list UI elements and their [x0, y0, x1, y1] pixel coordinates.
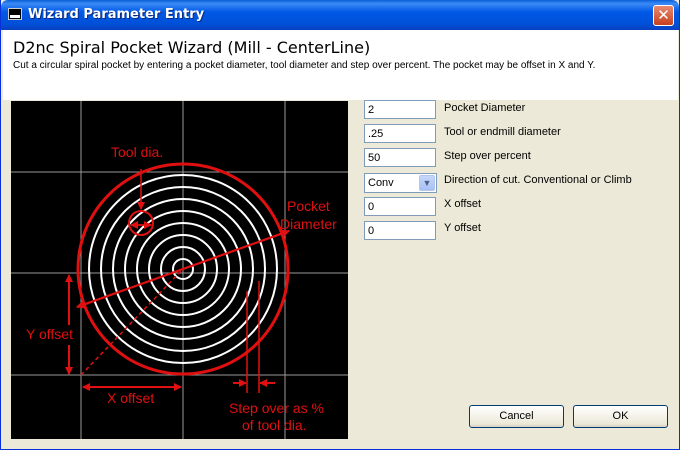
y-offset-label: Y offset	[26, 326, 73, 342]
pocket-label: Pocket	[287, 198, 330, 214]
diagram-canvas: Tool dia. Pocket Diameter Y offset X off…	[11, 101, 348, 439]
wizard-window: Wizard Parameter Entry ✕ D2nc Spiral Poc…	[0, 0, 680, 450]
x-offset-field-label: X offset	[444, 198, 482, 210]
app-icon	[8, 8, 22, 20]
step-over-input[interactable]: 50	[364, 148, 436, 167]
close-button[interactable]: ✕	[653, 5, 674, 26]
chevron-down-icon[interactable]: ▼	[419, 175, 435, 191]
stepover-label-2: of tool dia.	[242, 417, 307, 433]
cut-direction-select[interactable]: Conv ▼	[364, 173, 437, 193]
cut-direction-value: Conv	[368, 177, 394, 189]
tool-circle	[128, 210, 154, 236]
cut-direction-label: Direction of cut. Conventional or Climb	[444, 174, 632, 186]
header-panel: D2nc Spiral Pocket Wizard (Mill - Center…	[3, 30, 678, 100]
x-offset-label: X offset	[107, 390, 154, 406]
page-description: Cut a circular spiral pocket by entering…	[13, 60, 596, 71]
pocket-diameter-input[interactable]: 2	[364, 100, 436, 119]
ok-button[interactable]: OK	[573, 405, 668, 428]
step-over-label: Step over percent	[444, 150, 531, 162]
y-offset-input[interactable]: 0	[364, 221, 436, 240]
tool-dia-label: Tool dia.	[111, 144, 163, 160]
tool-diameter-input[interactable]: .25	[364, 124, 436, 143]
spiral-pocket-diagram: Tool dia. Pocket Diameter Y offset X off…	[11, 101, 348, 439]
window-title: Wizard Parameter Entry	[28, 7, 205, 22]
stepover-label-1: Step over as %	[229, 400, 324, 416]
y-offset-field-label: Y offset	[444, 222, 481, 234]
pocket-diameter-label: Pocket Diameter	[444, 102, 526, 114]
x-offset-input[interactable]: 0	[364, 197, 436, 216]
page-title: D2nc Spiral Pocket Wizard (Mill - Center…	[13, 38, 371, 57]
tool-diameter-label: Tool or endmill diameter	[444, 126, 561, 138]
title-bar[interactable]: Wizard Parameter Entry ✕	[1, 0, 679, 30]
diameter-label: Diameter	[280, 216, 337, 232]
cancel-button[interactable]: Cancel	[469, 405, 564, 428]
